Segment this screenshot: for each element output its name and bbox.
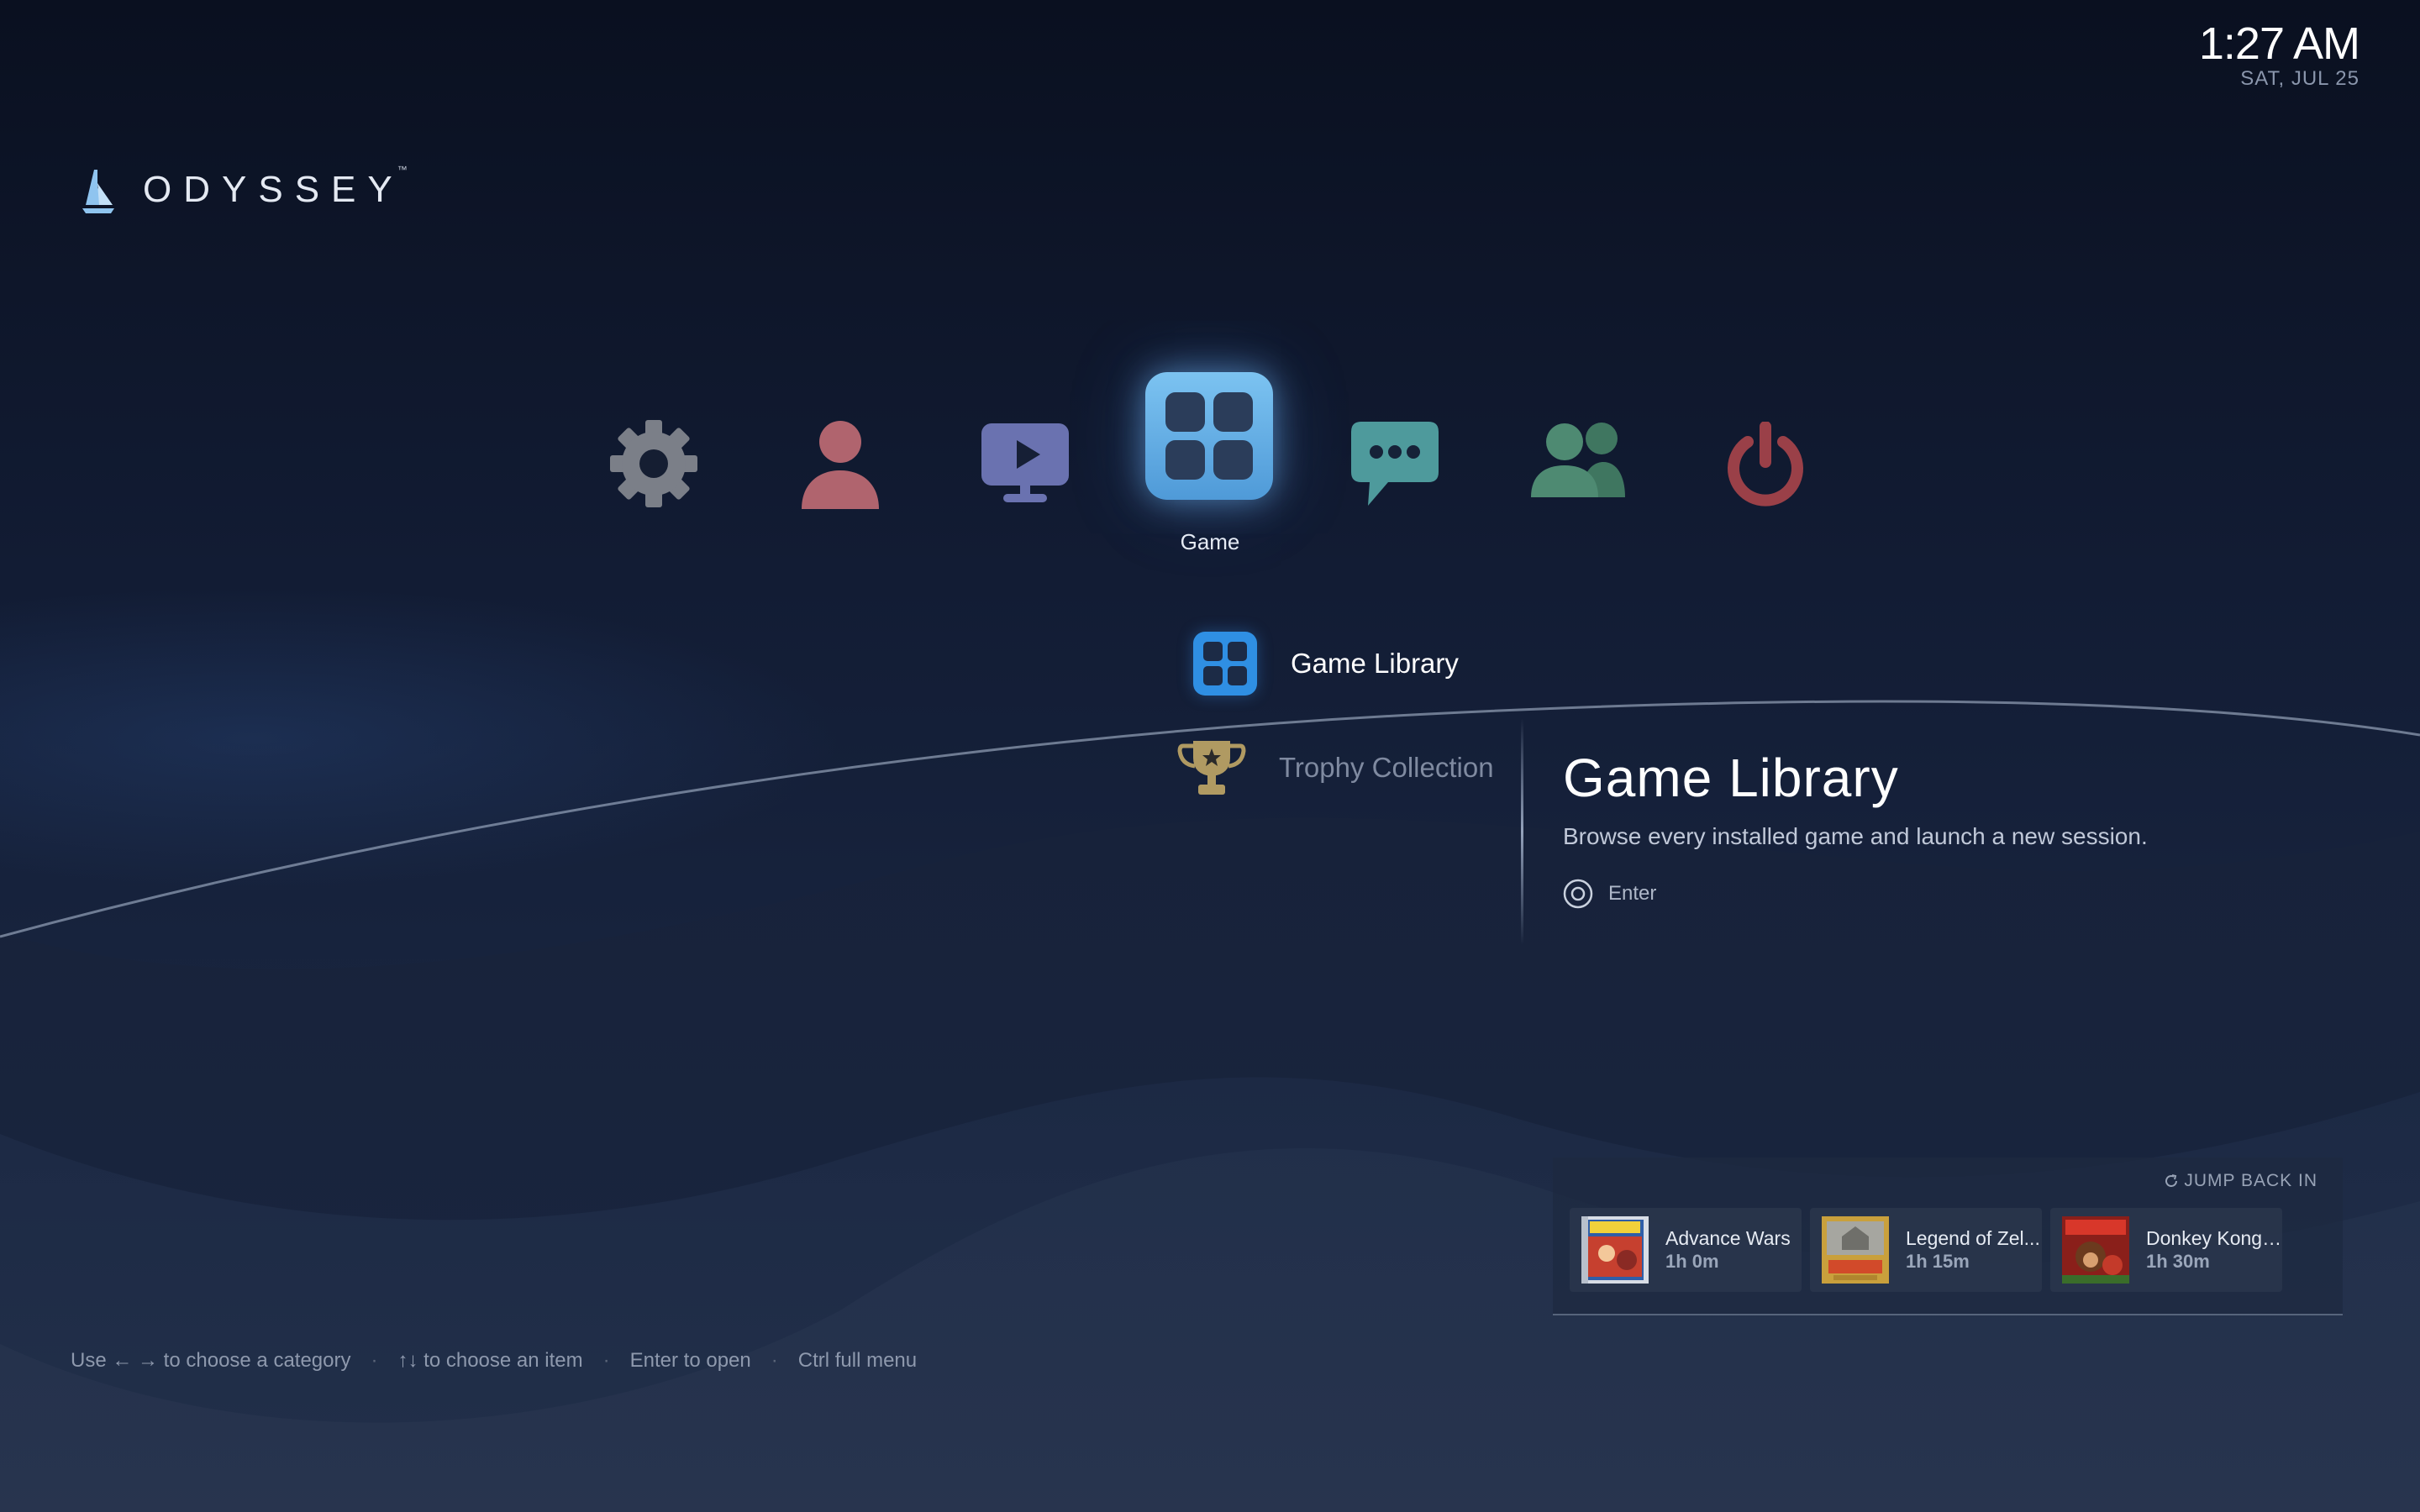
recent-game-text: Donkey Kong ... 1h 30m bbox=[2146, 1226, 2282, 1273]
detail-divider bbox=[1521, 718, 1523, 945]
user-icon bbox=[802, 421, 879, 509]
hint-separator: · bbox=[771, 1349, 778, 1372]
people-icon bbox=[1531, 423, 1625, 497]
game-cover-image bbox=[2062, 1216, 2129, 1284]
recent-game-text: Legend of Zel... 1h 15m bbox=[1906, 1226, 2042, 1273]
jump-back-in-header: JUMP BACK IN bbox=[2164, 1171, 2317, 1191]
recent-game-text: Advance Wars 1h 0m bbox=[1665, 1226, 1802, 1273]
game-cover-donkey-kong bbox=[2062, 1216, 2129, 1284]
library-tile bbox=[1193, 632, 1257, 696]
sub-item-label: Trophy Collection bbox=[1279, 752, 1494, 783]
clock: 1:27 AM SAT, JUL 25 bbox=[2199, 20, 2360, 91]
recent-games-row: Advance Wars 1h 0m Legend of Zel... 1h 1… bbox=[1570, 1208, 2291, 1292]
recent-game-time: 1h 30m bbox=[2146, 1251, 2210, 1272]
refresh-icon bbox=[2165, 1174, 2178, 1187]
recent-game-title: Donkey Kong ... bbox=[2146, 1227, 2282, 1249]
category-game[interactable] bbox=[1145, 372, 1273, 500]
sub-item-trophy-collection[interactable]: Trophy Collection bbox=[1176, 738, 1494, 798]
category-media[interactable] bbox=[980, 422, 1071, 506]
game-cover-image bbox=[1581, 1216, 1649, 1284]
recent-game-time: 1h 15m bbox=[1906, 1251, 1970, 1272]
grid-icon bbox=[1165, 392, 1253, 480]
trademark: ™ bbox=[397, 164, 408, 176]
sub-item-game-library[interactable]: Game Library bbox=[1193, 632, 1459, 696]
category-settings[interactable] bbox=[607, 417, 701, 511]
circle-button-icon bbox=[1563, 879, 1593, 909]
recent-game-card[interactable]: Legend of Zel... 1h 15m bbox=[1810, 1208, 2042, 1292]
action-label: Enter bbox=[1608, 882, 1657, 905]
category-messages[interactable] bbox=[1349, 420, 1440, 509]
hint-separator: · bbox=[371, 1349, 378, 1372]
game-cover-image bbox=[1822, 1216, 1889, 1284]
clock-date: SAT, JUL 25 bbox=[2240, 67, 2360, 90]
trophy-icon bbox=[1177, 741, 1246, 795]
chat-bubble-icon bbox=[1351, 422, 1439, 506]
category-power[interactable] bbox=[1721, 422, 1810, 511]
brand-name: ODYSSEY bbox=[143, 169, 404, 210]
game-cover-advance-wars bbox=[1581, 1216, 1649, 1284]
play-monitor-icon bbox=[981, 423, 1069, 502]
recent-game-card[interactable]: Donkey Kong ... 1h 30m bbox=[2050, 1208, 2282, 1292]
recent-game-time: 1h 0m bbox=[1665, 1251, 1719, 1272]
detail-description: Browse every installed game and launch a… bbox=[1563, 823, 2148, 849]
brand-logo: ODYSSEY ™ bbox=[79, 164, 414, 213]
power-icon bbox=[1728, 422, 1803, 507]
control-hints: Use ← → to choose a category · ↑↓ to cho… bbox=[71, 1349, 917, 1373]
detail-panel: Game Library Browse every installed game… bbox=[1563, 744, 2148, 909]
sail-logo-icon bbox=[82, 170, 114, 213]
game-cover-zelda bbox=[1822, 1216, 1889, 1284]
category-friends[interactable] bbox=[1529, 420, 1627, 499]
recent-game-title: Legend of Zel... bbox=[1906, 1227, 2040, 1249]
hint-item: ↑↓ to choose an item bbox=[397, 1349, 583, 1372]
recent-game-card[interactable]: Advance Wars 1h 0m bbox=[1570, 1208, 1802, 1292]
sub-item-label: Game Library bbox=[1291, 648, 1459, 679]
gear-icon bbox=[610, 420, 697, 507]
category-profile[interactable] bbox=[797, 417, 884, 511]
detail-title: Game Library bbox=[1563, 748, 1899, 808]
hint-open: Enter to open bbox=[629, 1349, 751, 1372]
hint-menu: Ctrl full menu bbox=[797, 1349, 918, 1372]
grid-icon bbox=[1203, 642, 1247, 685]
jump-back-in-label: JUMP BACK IN bbox=[2184, 1171, 2317, 1190]
enter-action[interactable]: Enter bbox=[1563, 879, 2148, 909]
jump-back-in-panel: JUMP BACK IN Advance Wars 1h 0m Legend o… bbox=[1553, 1158, 2343, 1315]
clock-time: 1:27 AM bbox=[2198, 18, 2360, 69]
category-label-game: Game bbox=[1180, 529, 1240, 554]
hint-category: Use ← → to choose a category bbox=[71, 1349, 351, 1372]
hint-separator: · bbox=[602, 1349, 610, 1372]
recent-game-title: Advance Wars bbox=[1665, 1227, 1791, 1249]
